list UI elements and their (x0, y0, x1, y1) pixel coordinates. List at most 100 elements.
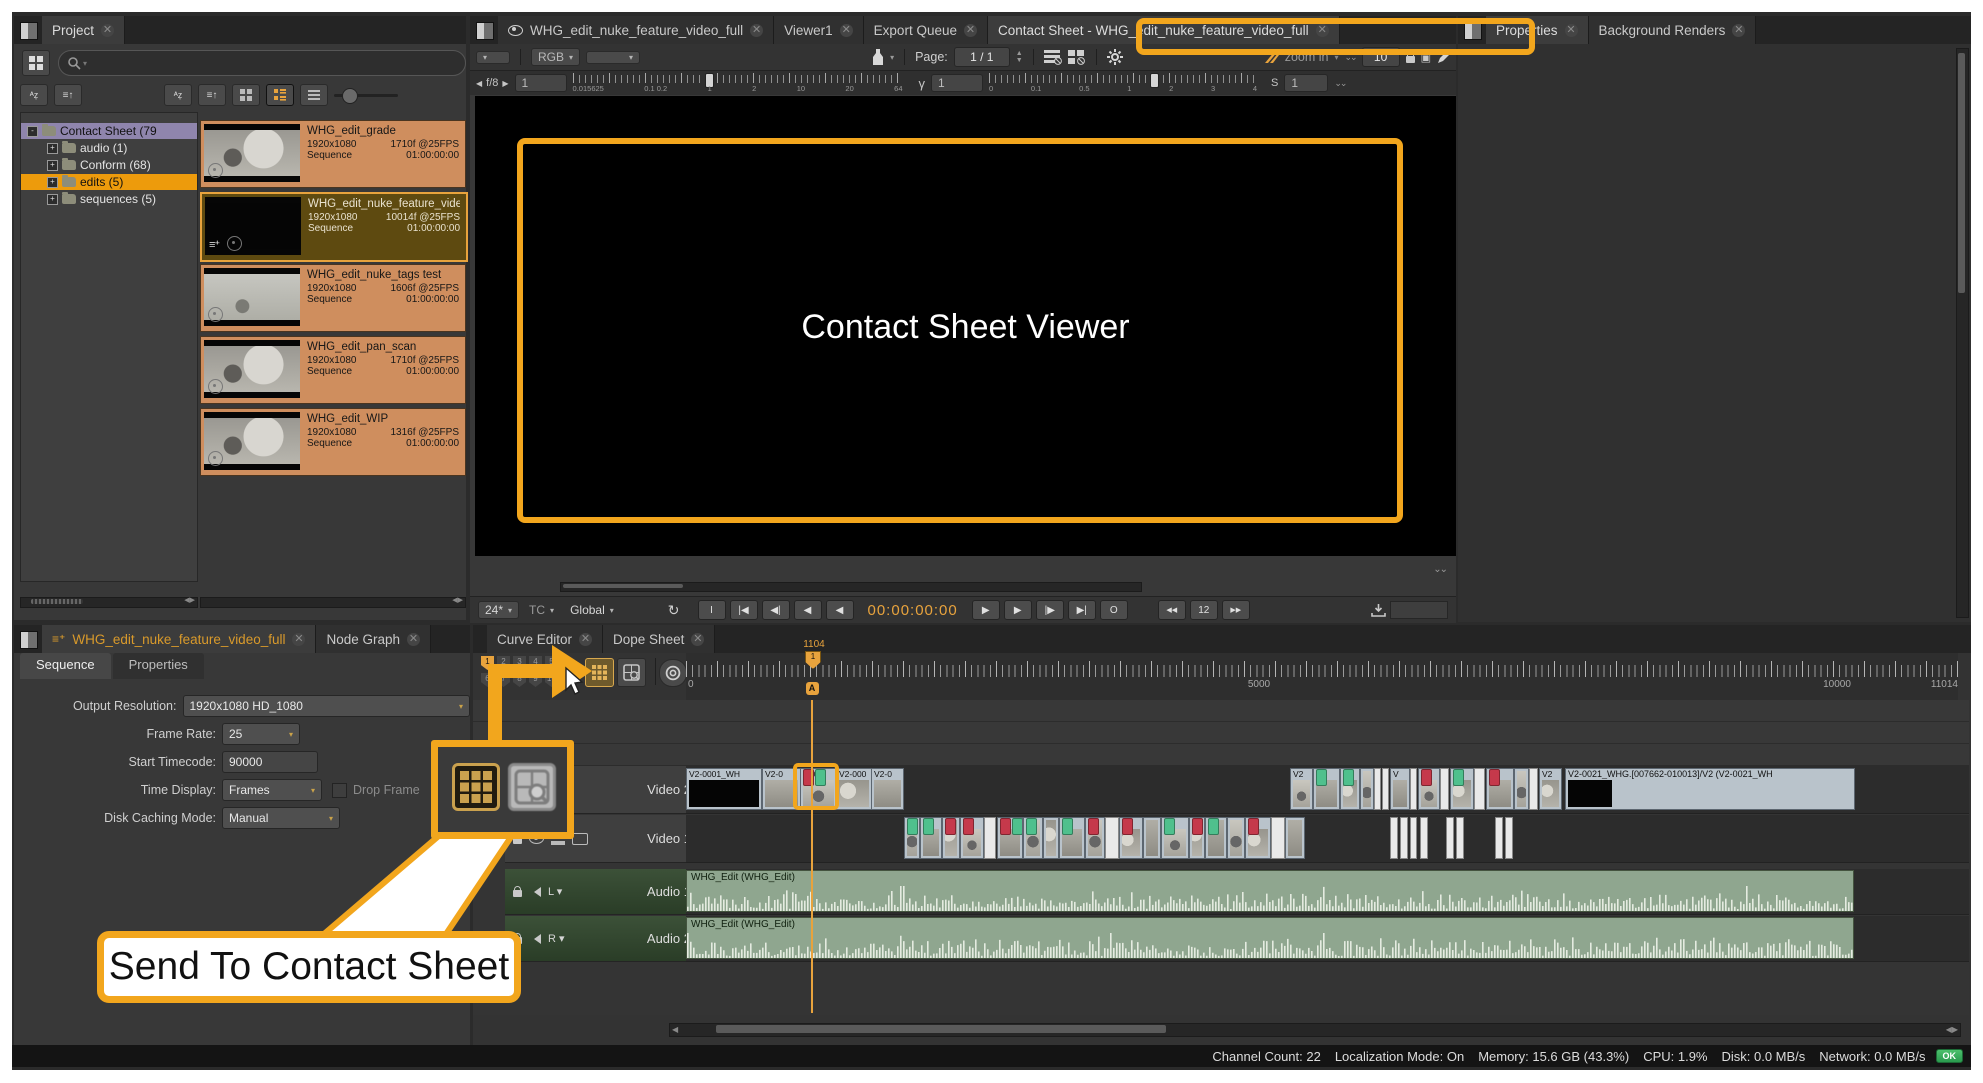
timeline-video-clip[interactable] (1023, 817, 1043, 859)
timeline-video-clip[interactable] (1205, 817, 1227, 859)
clip-list-item-1[interactable]: ≡⁺ WHG_edit_nuke_feature_video_full 1920… (200, 192, 468, 262)
channel-select[interactable]: RGB▾ (531, 48, 580, 66)
timeline-video-clip[interactable] (1456, 817, 1464, 859)
timeline-video-clip[interactable]: V2 (1486, 768, 1514, 810)
field-disk-caching-mode[interactable]: Manual▾ (222, 807, 340, 829)
tree-item-contact[interactable]: - Contact Sheet (79 (21, 123, 197, 139)
prev-edit-button[interactable]: ◀| (762, 600, 790, 620)
fps-down-button[interactable]: ◀◀ (1158, 600, 1186, 620)
timeline-video-clip[interactable]: V2 (1313, 768, 1340, 810)
green-tag-icon[interactable] (1208, 818, 1219, 835)
timeline-video-clip[interactable]: V2-000 (836, 768, 872, 810)
close-icon[interactable]: ✕ (840, 24, 853, 37)
mark-in-button[interactable]: I (698, 600, 726, 620)
timeline-audio-clip[interactable]: WHG_Edit (WHG_Edit) (686, 917, 1854, 959)
collapse-chevrons-icon[interactable]: ⌄⌄ (1345, 52, 1356, 63)
timeline-video-clip[interactable]: V2 (1539, 768, 1562, 810)
timeline-video-clip[interactable]: V1 (920, 817, 942, 859)
close-icon[interactable]: ✕ (407, 633, 420, 646)
timeline-audio-clip[interactable]: WHG_Edit (WHG_Edit) (686, 870, 1854, 912)
timeline-video-clip[interactable]: V2-0021_WHG.[007662-010013]/V2 (V2-0021_… (1565, 768, 1855, 810)
fps-up-button[interactable]: ▶▶ (1222, 600, 1250, 620)
tree-item-sequences[interactable]: + sequences (5) (21, 191, 197, 207)
timeline-video-clip[interactable] (1514, 768, 1529, 810)
red-tag-icon[interactable] (1489, 769, 1500, 786)
green-tag-icon[interactable] (907, 818, 918, 835)
close-icon[interactable]: ✕ (1565, 24, 1578, 37)
view-preset-2[interactable]: 2 (497, 656, 510, 670)
view-preset-4[interactable]: 4 (529, 656, 542, 670)
field-output-resolution[interactable]: 1920x1080 HD_1080▾ (183, 695, 471, 717)
playhead-tag-badge[interactable]: A (806, 682, 819, 695)
gamma-slider[interactable]: 00.10.51234 (989, 75, 1257, 91)
list-view-icon[interactable] (300, 84, 328, 106)
gear-icon[interactable] (1107, 49, 1123, 65)
timeline-video-clip[interactable]: 2-0 (800, 768, 837, 810)
gamma-field[interactable]: 1 (931, 74, 983, 92)
clip-list-item-2[interactable]: WHG_edit_nuke_tags test 1920x10801606f @… (200, 264, 466, 332)
gamma-label[interactable]: γ (919, 76, 926, 91)
lock-icon[interactable] (513, 837, 522, 844)
timeline-video-clip[interactable] (1400, 817, 1408, 859)
properties-tab-0[interactable]: Properties ✕ (1486, 16, 1589, 44)
timeline-video-clip[interactable] (942, 817, 960, 859)
close-icon[interactable]: ✕ (1732, 24, 1745, 37)
viewer-tab-3[interactable]: Contact Sheet - WHG_edit_nuke_feature_vi… (988, 16, 1340, 44)
wipe-icon[interactable] (1265, 51, 1279, 63)
timeline-ruler[interactable]: 050001000011014 1104 1 A (686, 653, 1958, 701)
timeline-video-clip[interactable] (1390, 817, 1398, 859)
close-icon[interactable]: ✕ (292, 633, 305, 646)
timeline-video-clip[interactable] (984, 817, 996, 859)
timeline-tab-0[interactable]: Curve Editor ✕ (487, 625, 603, 653)
timeline-video-clip[interactable] (1360, 768, 1374, 810)
pencil-icon[interactable] (1437, 51, 1450, 64)
layer-select[interactable]: ▾ (586, 51, 640, 64)
timeline-video-clip[interactable]: V1 (960, 817, 984, 859)
timecode-display[interactable]: 00:00:00:00 (858, 602, 968, 619)
green-tag-icon[interactable] (1343, 769, 1354, 786)
send-to-contact-sheet-button[interactable] (585, 658, 614, 687)
page-spinner[interactable]: ▲▼ (1016, 50, 1023, 64)
timeline-video-clip[interactable] (1105, 817, 1119, 859)
timeline-video-clip[interactable]: V1 (1245, 817, 1271, 859)
close-icon[interactable]: ✕ (750, 24, 763, 37)
next-edit-button[interactable]: |▶ (1036, 600, 1064, 620)
view-preset-9[interactable]: 9 (529, 673, 542, 687)
field-start-timecode[interactable]: 90000 (222, 751, 318, 773)
panel-menu-icon[interactable] (476, 22, 494, 40)
track-lane-video-1[interactable]: V1 V1 V1 V1 V1 V1 (686, 815, 1969, 863)
sort-order-icon[interactable]: ≡↑ (54, 84, 82, 106)
list-sort-order-icon[interactable]: ≡↑ (198, 84, 226, 106)
gain-slider[interactable]: 0.0156250.1 0.212102064 (573, 75, 903, 91)
timeline-video-clip[interactable]: V (1418, 768, 1440, 810)
timeline-tab-1[interactable]: Dope Sheet ✕ (603, 625, 715, 653)
clip-list-item-3[interactable]: WHG_edit_pan_scan 1920x10801710f @25FPS … (200, 336, 466, 404)
list-sort-az-icon[interactable]: ᴬz̦ (164, 84, 192, 106)
step-forward-button[interactable]: ▶ (1004, 600, 1032, 620)
view-preset-10[interactable]: 10 (545, 673, 558, 687)
viewer-canvas[interactable]: Contact Sheet Viewer (475, 96, 1456, 556)
loop-mode-icon[interactable]: ↻ (668, 602, 680, 619)
viewer-collapse-chevrons-icon[interactable]: ⌄⌄ (1433, 564, 1446, 575)
timeline-video-clip[interactable] (1374, 768, 1381, 810)
close-icon[interactable]: ✕ (964, 24, 977, 37)
lock-icon[interactable] (1406, 56, 1415, 63)
sequence-tab-1[interactable]: Node Graph ✕ (316, 625, 431, 653)
sync-lock-button[interactable] (659, 659, 687, 687)
speaker-icon[interactable] (529, 887, 541, 897)
timeline-video-clip[interactable] (1085, 817, 1105, 859)
timeline-video-clip[interactable]: V2-0001_WH (686, 768, 762, 810)
clip-list-item-0[interactable]: WHG_edit_grade 1920x10801710f @25FPS Seq… (200, 120, 466, 188)
timeline-video-clip[interactable]: V (1390, 768, 1410, 810)
timeline-video-clip[interactable] (1043, 817, 1059, 859)
close-icon[interactable]: ✕ (101, 24, 114, 37)
tree-item-audio[interactable]: + audio (1) (21, 140, 197, 156)
blend-icon[interactable] (572, 833, 588, 845)
timeline-video-clip[interactable]: V2-0 (871, 768, 904, 810)
red-tag-icon[interactable] (1248, 818, 1259, 835)
track-header-video-1[interactable]: Video 1 (505, 815, 699, 863)
timeline-video-clip[interactable] (1505, 817, 1513, 859)
playback-rate-select[interactable]: 24*▾ (478, 601, 519, 619)
gain-label[interactable]: f/8 (486, 77, 498, 89)
green-tag-icon[interactable] (1316, 769, 1327, 786)
